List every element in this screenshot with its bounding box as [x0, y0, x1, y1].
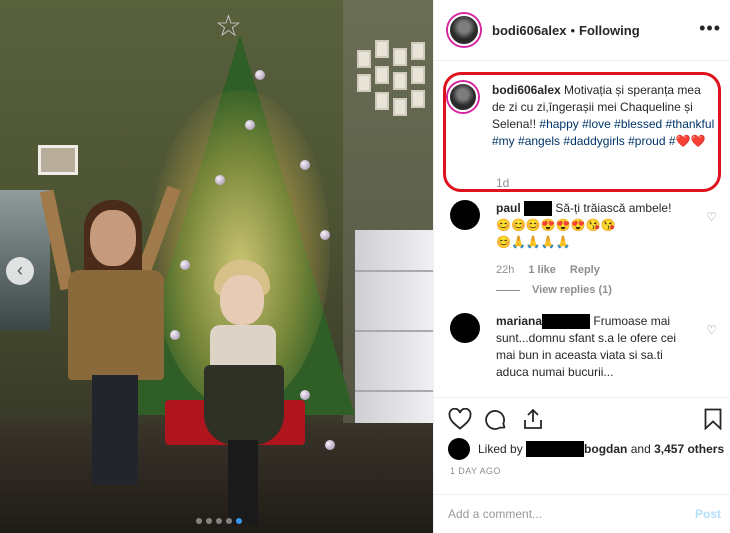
redaction-bar [524, 201, 553, 217]
view-replies-button[interactable]: View replies (1) [496, 284, 612, 296]
caption-username[interactable]: bodi606alex [492, 83, 561, 97]
older-girl [39, 185, 181, 500]
comment-like-icon[interactable]: ♡ [706, 323, 717, 337]
heart-emoji-icon: ❤️ [675, 134, 691, 148]
commenter-avatar[interactable] [450, 200, 480, 230]
post-caption: bodi606alex Motivația și speranța mea de… [448, 82, 718, 150]
redaction-bar [542, 314, 591, 330]
post-side-panel: bodi606alex • Following ••• bodi606alex … [433, 0, 730, 533]
post-comment-button[interactable]: Post [695, 507, 721, 521]
liker-name[interactable]: bogdan [584, 442, 627, 456]
carousel-dot [226, 518, 232, 524]
caption-time[interactable]: 1d [496, 176, 509, 190]
hashtag-link[interactable]: #happy [539, 117, 578, 131]
wall-picture [38, 145, 78, 175]
carousel-dot [236, 518, 242, 524]
carousel-dot [206, 518, 212, 524]
post-date[interactable]: 1 DAY AGO [450, 466, 501, 476]
hashtag-link[interactable]: #thankful [666, 117, 715, 131]
comment-username[interactable]: paul [496, 201, 521, 215]
post-photo[interactable]: ☆ ‹ [0, 0, 433, 533]
carousel-dot [216, 518, 222, 524]
liked-by-summary: Liked by bogdan and 3,457 others [448, 437, 728, 461]
tree-star: ☆ [215, 10, 242, 43]
comment-emojis: 😊😊😊😍😍😍😘😘 [496, 218, 616, 232]
hashtag-link[interactable]: # [669, 134, 676, 148]
redaction-bar [526, 441, 585, 457]
hashtag-link[interactable]: #angels [518, 134, 560, 148]
comment-likes[interactable]: 1 like [528, 264, 556, 276]
following-button[interactable]: Following [579, 23, 640, 38]
share-upload-icon[interactable] [522, 408, 544, 435]
photo-frames-wall [353, 40, 427, 190]
carousel-dots [196, 518, 242, 524]
more-options-icon[interactable]: ••• [699, 18, 721, 39]
likes-count[interactable]: 3,457 others [654, 442, 724, 456]
action-bar [434, 397, 730, 437]
hashtag-link[interactable]: #my [492, 134, 515, 148]
add-comment-bar: Post [434, 494, 730, 533]
post-header: bodi606alex • Following ••• [434, 0, 730, 61]
comment-input[interactable] [448, 504, 668, 524]
comment-time[interactable]: 22h [496, 264, 514, 276]
commenter-avatar[interactable] [450, 313, 480, 343]
carousel-prev-button[interactable]: ‹ [6, 257, 34, 285]
hashtag-link[interactable]: #daddygirls [563, 134, 624, 148]
younger-girl [200, 255, 290, 533]
comment-text: Să-ți trăiască ambele! [555, 201, 672, 215]
caption-avatar[interactable] [448, 82, 478, 112]
hashtag-link[interactable]: #love [582, 117, 611, 131]
hashtag-link[interactable]: #blessed [614, 117, 662, 131]
reply-button[interactable]: Reply [570, 264, 600, 276]
comment-username[interactable]: mariana [496, 314, 542, 328]
comment-like-icon[interactable]: ♡ [706, 210, 717, 224]
heart-emoji-icon: ❤️ [690, 134, 706, 148]
like-heart-icon[interactable] [448, 407, 472, 435]
bookmark-icon[interactable] [704, 408, 722, 435]
comment-emojis: 😊🙏🙏🙏🙏 [496, 235, 571, 249]
instagram-post-modal: ☆ ‹ bodi606alex • Following ••• bodi606a… [0, 0, 730, 533]
author-username[interactable]: bodi606alex [492, 23, 566, 38]
comment-bubble-icon[interactable] [484, 408, 508, 437]
author-avatar[interactable] [448, 14, 480, 46]
liker-avatar[interactable] [448, 438, 470, 460]
header-separator: • [570, 22, 575, 38]
carousel-dot [196, 518, 202, 524]
hashtag-link[interactable]: #proud [628, 134, 665, 148]
